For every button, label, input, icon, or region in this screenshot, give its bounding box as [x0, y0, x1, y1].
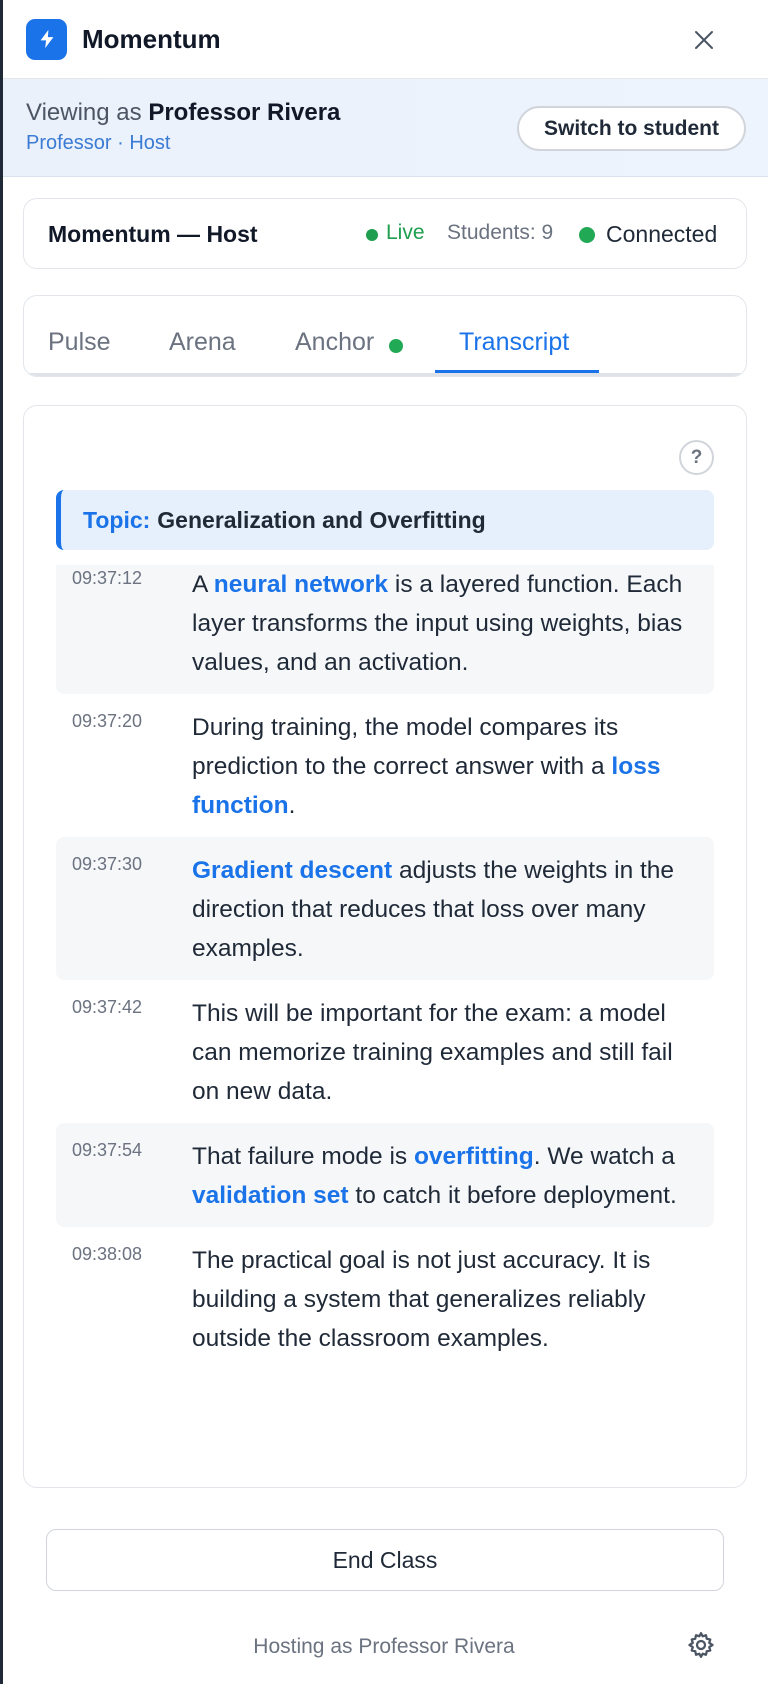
help-button[interactable]: ?	[679, 440, 714, 475]
transcript-list: 09:37:12 A neural network is a layered f…	[56, 565, 714, 1370]
student-count: Students: 9	[447, 221, 554, 244]
transcript-entry: 09:37:54 That failure mode is overfittin…	[56, 1123, 714, 1227]
anchor-notification-dot	[389, 339, 403, 353]
tab-bar: Pulse Arena Anchor Transcript	[23, 295, 747, 377]
close-icon	[695, 31, 713, 49]
topic-banner: Topic: Generalization and Overfitting	[56, 490, 714, 550]
transcript-entry: 09:38:08 The practical goal is not just …	[56, 1227, 714, 1370]
connection-indicator-dot	[579, 227, 595, 243]
app-frame: Momentum Viewing as Professor Rivera Pro…	[0, 0, 768, 1684]
entry-text: Gradient descent adjusts the weights in …	[192, 857, 675, 962]
live-indicator-dot	[366, 229, 378, 241]
lightning-bolt-icon	[26, 18, 67, 60]
gear-icon	[688, 1632, 714, 1658]
topic-label: Topic:	[83, 506, 151, 533]
tab-pulse[interactable]: Pulse	[48, 328, 111, 357]
entry-timestamp: 09:38:08	[72, 1244, 143, 1264]
window-edge	[0, 0, 3, 1684]
role-line: Professor · Host	[26, 132, 171, 154]
entry-timestamp: 09:37:20	[72, 711, 143, 731]
hosting-status: Hosting as Professor Rivera	[253, 1635, 515, 1658]
switch-to-student-button[interactable]: Switch to student	[517, 106, 746, 151]
entry-timestamp: 09:37:42	[72, 997, 143, 1017]
entry-text: The practical goal is not just accuracy.…	[192, 1247, 651, 1352]
keyword-link[interactable]: validation set	[192, 1182, 349, 1209]
live-status: Live	[386, 221, 425, 244]
connection-status: Connected	[606, 221, 718, 247]
close-button[interactable]	[692, 28, 716, 52]
active-tab-indicator	[435, 370, 599, 373]
topic-value: Generalization and Overfitting	[157, 506, 486, 533]
transcript-entry: 09:37:12 A neural network is a layered f…	[56, 565, 714, 694]
viewing-banner: Viewing as Professor Rivera Professor · …	[3, 79, 768, 177]
app-title: Momentum	[82, 23, 221, 54]
viewing-as-line: Viewing as Professor Rivera	[26, 99, 340, 127]
viewing-name: Professor Rivera	[148, 99, 341, 126]
session-title: Momentum — Host	[48, 221, 258, 247]
tab-arena[interactable]: Arena	[169, 328, 236, 357]
app-header: Momentum	[3, 0, 768, 79]
entry-text: That failure mode is overfitting. We wat…	[192, 1143, 677, 1209]
status-card: Momentum — Host Live Students: 9 Connect…	[23, 198, 747, 269]
transcript-entry: 09:37:42 This will be important for the …	[56, 980, 714, 1123]
transcript-entry: 09:37:20 During training, the model comp…	[56, 694, 714, 837]
transcript-panel[interactable]: ? Topic: Generalization and Overfitting …	[23, 405, 747, 1488]
tab-transcript[interactable]: Transcript	[459, 328, 569, 357]
keyword-link[interactable]: neural network	[214, 571, 388, 598]
tab-anchor[interactable]: Anchor	[295, 328, 374, 357]
entry-timestamp: 09:37:30	[72, 854, 143, 874]
entry-timestamp: 09:37:12	[72, 568, 143, 588]
end-class-button[interactable]: End Class	[46, 1529, 724, 1591]
entry-text: A neural network is a layered function. …	[192, 571, 683, 676]
entry-timestamp: 09:37:54	[72, 1140, 143, 1160]
entry-text: This will be important for the exam: a m…	[192, 1000, 673, 1105]
viewing-prefix: Viewing as	[26, 99, 142, 126]
entry-text: During training, the model compares its …	[192, 714, 661, 819]
transcript-entry: 09:37:30 Gradient descent adjusts the we…	[56, 837, 714, 980]
keyword-link[interactable]: Gradient descent	[192, 857, 392, 884]
keyword-link[interactable]: overfitting	[414, 1143, 534, 1170]
settings-button[interactable]	[686, 1630, 716, 1660]
